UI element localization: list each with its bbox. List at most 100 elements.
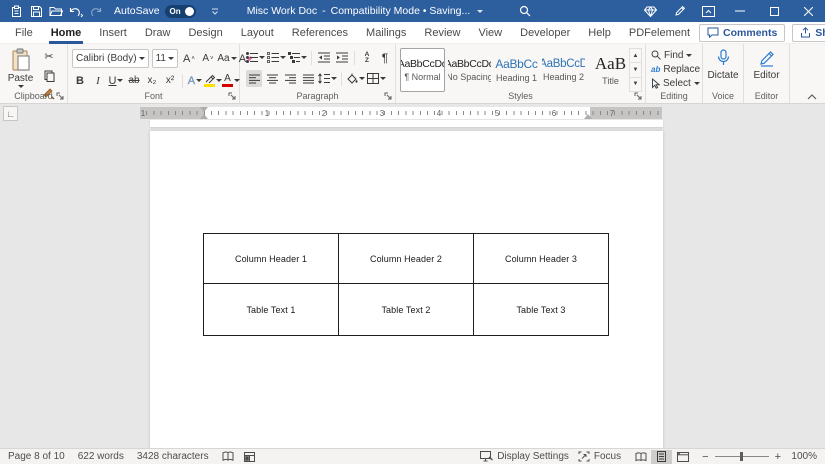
tab-help[interactable]: Help	[579, 22, 620, 44]
tab-developer[interactable]: Developer	[511, 22, 579, 44]
justify-button[interactable]	[300, 70, 316, 87]
decrease-indent-button[interactable]	[316, 49, 332, 66]
zoom-out-button[interactable]: −	[702, 451, 708, 463]
increase-indent-button[interactable]	[334, 49, 350, 66]
styles-scroll-up-button[interactable]: ▲	[630, 49, 641, 63]
table-body-cell[interactable]: Table Text 2	[339, 284, 474, 336]
document-page[interactable]: Column Header 1 Column Header 2 Column H…	[150, 131, 663, 448]
tab-view[interactable]: View	[469, 22, 511, 44]
focus-button[interactable]: Focus	[578, 451, 621, 462]
page-indicator[interactable]: Page 8 of 10	[8, 451, 65, 462]
zoom-slider-thumb[interactable]	[740, 452, 743, 461]
superscript-button[interactable]: x²	[162, 72, 178, 89]
strikethrough-button[interactable]: ab	[126, 72, 142, 89]
italic-button[interactable]: I	[90, 72, 106, 89]
title-dropdown-icon[interactable]	[477, 10, 483, 13]
table-header-cell[interactable]: Column Header 1	[204, 234, 339, 284]
horizontal-ruler[interactable]: 1 1 2 3 4 5 6 7	[140, 107, 662, 119]
align-right-button[interactable]	[282, 70, 298, 87]
grow-font-button[interactable]: A˄	[181, 50, 197, 67]
close-button[interactable]	[791, 0, 825, 22]
clipboard-icon[interactable]	[6, 0, 26, 22]
table-body-cell[interactable]: Table Text 3	[474, 284, 609, 336]
table-header-cell[interactable]: Column Header 2	[339, 234, 474, 284]
table-body-cell[interactable]: Table Text 1	[204, 284, 339, 336]
show-paragraph-marks-button[interactable]: ¶	[377, 49, 393, 66]
tab-mailings[interactable]: Mailings	[357, 22, 415, 44]
qat-customize-icon[interactable]	[211, 8, 219, 15]
autosave-toggle[interactable]: On	[165, 5, 196, 18]
change-case-button[interactable]: Aa	[219, 50, 235, 67]
style-title[interactable]: AaB Title	[588, 48, 633, 92]
document-table[interactable]: Column Header 1 Column Header 2 Column H…	[203, 233, 609, 336]
tab-layout[interactable]: Layout	[232, 22, 283, 44]
word-count[interactable]: 622 words	[78, 451, 124, 462]
multilevel-list-button[interactable]	[288, 49, 307, 66]
find-button[interactable]: Find	[651, 48, 702, 62]
borders-button[interactable]	[367, 70, 386, 87]
tab-draw[interactable]: Draw	[136, 22, 180, 44]
zoom-slider[interactable]	[715, 452, 769, 461]
tab-stop-selector[interactable]: ∟	[3, 106, 18, 121]
zoom-in-button[interactable]: +	[775, 451, 781, 463]
align-left-button[interactable]	[246, 70, 262, 87]
search-icon[interactable]	[512, 0, 538, 22]
style-no-spacing[interactable]: AaBbCcDd No Spacing	[447, 48, 492, 92]
paste-button[interactable]: Paste	[4, 48, 37, 94]
style-heading-2[interactable]: AaBbCcD Heading 2	[541, 48, 586, 92]
line-spacing-button[interactable]	[318, 70, 337, 87]
editing-pencil-icon[interactable]	[665, 0, 694, 22]
zoom-percentage[interactable]: 100%	[787, 451, 817, 462]
tab-references[interactable]: References	[283, 22, 357, 44]
share-button[interactable]: Share	[792, 24, 825, 42]
tab-file[interactable]: File	[6, 22, 42, 44]
select-button[interactable]: Select	[651, 76, 702, 90]
open-folder-icon[interactable]	[46, 0, 66, 22]
styles-more-button[interactable]: ▼	[630, 78, 641, 91]
minimize-button[interactable]	[723, 0, 757, 22]
tab-review[interactable]: Review	[415, 22, 469, 44]
sort-button[interactable]: A Z	[359, 49, 375, 66]
tab-design[interactable]: Design	[179, 22, 231, 44]
cut-button[interactable]: ✂	[41, 49, 57, 66]
macro-recording-icon[interactable]	[244, 452, 255, 462]
hanging-indent-marker[interactable]	[200, 114, 208, 119]
undo-icon[interactable]	[66, 0, 86, 22]
styles-scroll-down-button[interactable]: ▼	[630, 63, 641, 77]
styles-dialog-launcher[interactable]	[634, 92, 642, 100]
right-indent-marker[interactable]	[584, 114, 592, 119]
tab-home[interactable]: Home	[42, 22, 91, 44]
font-size-combo[interactable]: 11	[152, 49, 178, 68]
collapse-ribbon-button[interactable]	[807, 94, 817, 100]
clipboard-dialog-launcher[interactable]	[56, 92, 64, 100]
shrink-font-button[interactable]: A˅	[200, 50, 216, 67]
dictate-button[interactable]: Dictate	[703, 49, 743, 81]
print-layout-button[interactable]	[651, 450, 672, 464]
text-effects-button[interactable]: A	[187, 72, 203, 89]
premium-diamond-icon[interactable]	[636, 0, 665, 22]
tab-insert[interactable]: Insert	[90, 22, 136, 44]
bullets-button[interactable]	[246, 49, 265, 66]
style-heading-1[interactable]: AaBbCc Heading 1	[494, 48, 539, 92]
replace-button[interactable]: ab Replace	[651, 62, 702, 76]
copy-button[interactable]	[41, 67, 57, 84]
character-count[interactable]: 3428 characters	[137, 451, 209, 462]
display-settings-button[interactable]: Display Settings	[480, 451, 569, 462]
ribbon-display-options-icon[interactable]	[694, 0, 723, 22]
highlight-button[interactable]	[205, 72, 221, 89]
shading-button[interactable]	[346, 70, 365, 87]
font-dialog-launcher[interactable]	[228, 92, 236, 100]
first-line-indent-marker[interactable]	[200, 107, 208, 112]
align-center-button[interactable]	[264, 70, 280, 87]
subscript-button[interactable]: x₂	[144, 72, 160, 89]
read-mode-button[interactable]	[630, 450, 651, 464]
style-normal[interactable]: AaBbCcDd ¶ Normal	[400, 48, 445, 92]
editor-button[interactable]: Editor	[744, 49, 789, 81]
tab-pdfelement[interactable]: PDFelement	[620, 22, 699, 44]
redo-icon[interactable]	[86, 0, 106, 22]
proofing-status-icon[interactable]	[222, 451, 234, 462]
font-color-button[interactable]: A	[223, 72, 239, 89]
maximize-button[interactable]	[757, 0, 791, 22]
table-header-cell[interactable]: Column Header 3	[474, 234, 609, 284]
numbering-button[interactable]	[267, 49, 286, 66]
